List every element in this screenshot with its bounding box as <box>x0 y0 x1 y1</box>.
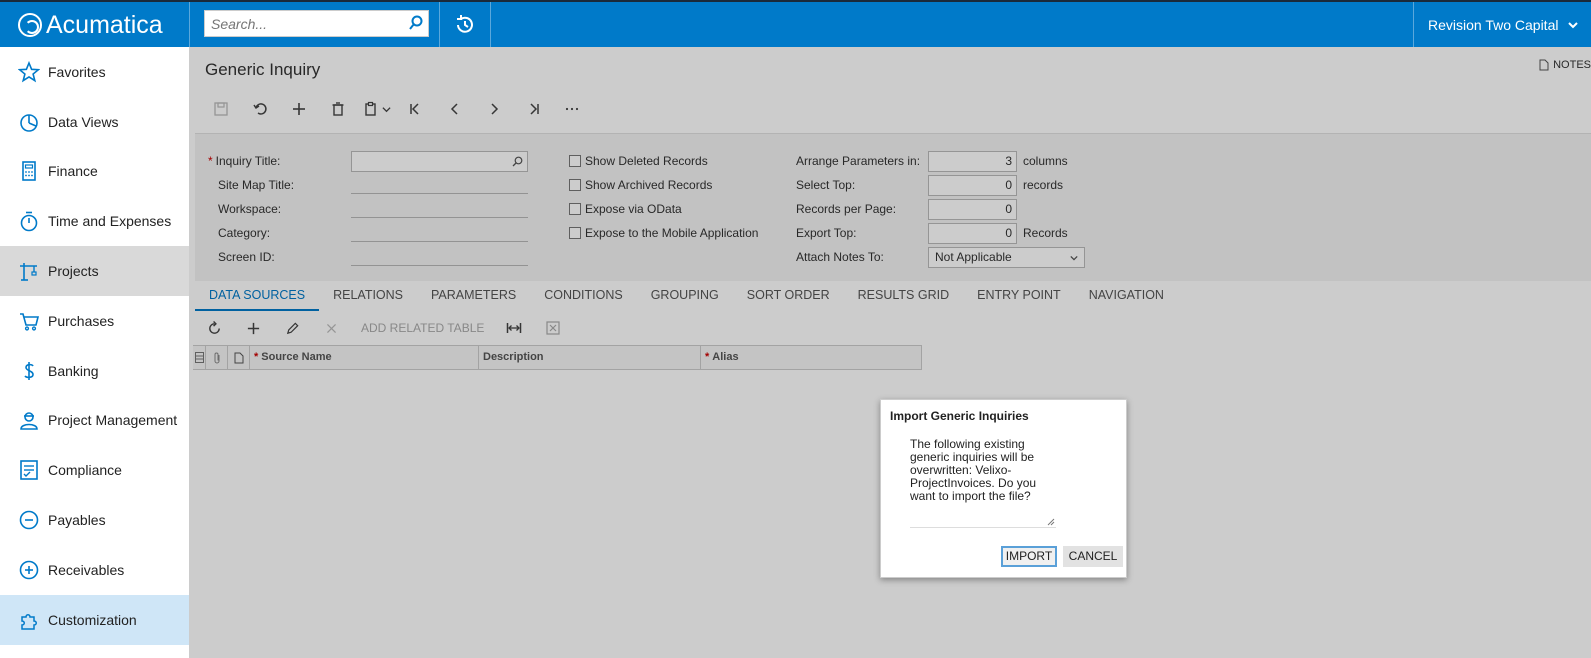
sidebar-item-label: Project Management <box>48 412 178 429</box>
search-input[interactable] <box>205 11 395 36</box>
sidebar-item-receivables[interactable]: Receivables <box>0 545 189 595</box>
sidebar-item-label: Projects <box>48 263 99 280</box>
sidebar-item-data-views[interactable]: Data Views <box>0 97 189 147</box>
minus-circle-icon <box>18 509 40 531</box>
sidebar-item-label: Time and Expenses <box>48 213 172 230</box>
import-button[interactable]: IMPORT <box>1001 546 1057 567</box>
divider <box>189 2 190 47</box>
crane-icon <box>18 260 40 282</box>
company-selector[interactable]: Revision Two Capital <box>1428 17 1579 33</box>
divider <box>439 2 440 47</box>
sidebar-item-time-and-expenses[interactable]: Time and Expenses <box>0 196 189 246</box>
sidebar-item-finance[interactable]: Finance <box>0 147 189 197</box>
checklist-icon <box>18 459 40 481</box>
puzzle-icon <box>18 609 40 631</box>
dialog-message: The following existing generic inquiries… <box>910 438 1056 528</box>
cancel-button[interactable]: CANCEL <box>1063 546 1123 567</box>
import-dialog: Import Generic Inquiries The following e… <box>880 399 1127 578</box>
sidebar-item-compliance[interactable]: Compliance <box>0 445 189 495</box>
plus-circle-icon <box>18 559 40 581</box>
dialog-title: Import Generic Inquiries <box>890 409 1029 423</box>
history-icon[interactable] <box>454 14 476 36</box>
cart-icon <box>18 310 40 332</box>
sidebar-item-label: Purchases <box>48 312 115 329</box>
dollar-icon <box>18 360 40 382</box>
search-box[interactable] <box>204 10 429 37</box>
sidebar: Favorites Data Views Finance Time and Ex… <box>0 47 189 658</box>
sidebar-item-label: Receivables <box>48 561 125 578</box>
sidebar-item-favorites[interactable]: Favorites <box>0 47 189 97</box>
sidebar-item-project-management[interactable]: Project Management <box>0 396 189 446</box>
sidebar-item-label: Compliance <box>48 462 122 479</box>
sidebar-item-payables[interactable]: Payables <box>0 495 189 545</box>
company-name: Revision Two Capital <box>1428 17 1559 33</box>
search-icon[interactable] <box>409 15 423 31</box>
chevron-down-icon <box>1568 22 1579 29</box>
app-name: Acumatica <box>46 10 163 39</box>
sidebar-item-label: Banking <box>48 362 99 379</box>
top-bar: Acumatica Revision Two Capital <box>0 0 1591 47</box>
sidebar-item-banking[interactable]: Banking <box>0 346 189 396</box>
sidebar-item-label: Payables <box>48 512 106 529</box>
sidebar-item-projects[interactable]: Projects <box>0 246 189 296</box>
worker-icon <box>18 409 40 431</box>
sidebar-item-label: Finance <box>48 163 98 180</box>
divider <box>1413 2 1414 47</box>
acumatica-logo[interactable]: Acumatica <box>18 11 163 39</box>
pie-chart-icon <box>18 111 40 133</box>
resize-grip-icon[interactable] <box>1047 518 1055 526</box>
sidebar-item-customization[interactable]: Customization <box>0 594 189 645</box>
calculator-icon <box>18 160 40 182</box>
star-icon <box>18 60 40 83</box>
sidebar-item-purchases[interactable]: Purchases <box>0 296 189 346</box>
sidebar-item-label: Favorites <box>48 63 106 80</box>
logo-icon <box>18 13 42 37</box>
sidebar-item-label: Data Views <box>48 113 119 130</box>
divider <box>490 2 491 47</box>
sidebar-item-label: Customization <box>48 611 137 628</box>
stopwatch-icon <box>18 210 40 232</box>
